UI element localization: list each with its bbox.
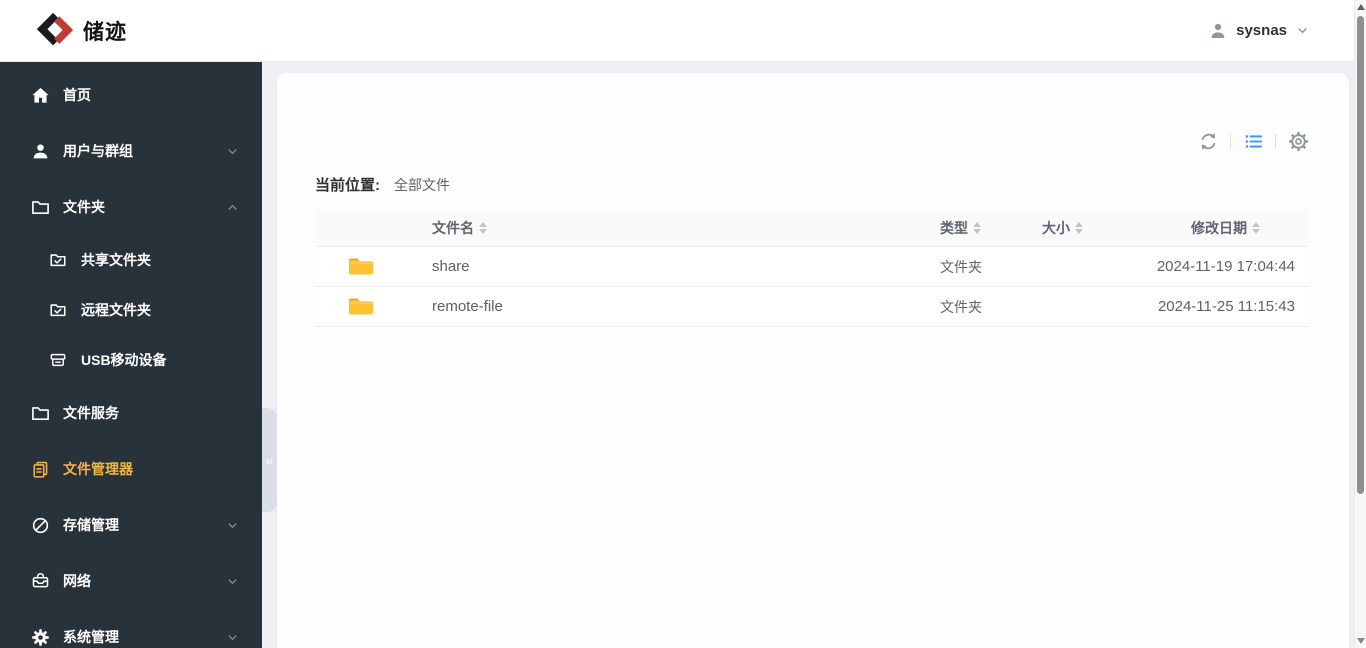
chevron-down-icon <box>225 144 240 159</box>
top-header: 储迹 sysnas <box>0 0 1366 62</box>
username-label: sysnas <box>1236 22 1287 39</box>
sidebar-item-label: USB移动设备 <box>81 352 167 368</box>
usb-drive-icon <box>48 350 68 370</box>
toolbar-divider <box>1230 133 1231 149</box>
main-area: « 当前位置: 全部文件 文件名 类型 大小 修改日期 share 文件夹 20… <box>262 62 1366 648</box>
sidebar-item-label: 网络 <box>63 573 91 589</box>
gear-icon <box>30 627 50 647</box>
refresh-button[interactable] <box>1197 130 1219 152</box>
file-modified-date: 2024-11-19 17:04:44 <box>1156 258 1295 275</box>
file-name: remote-file <box>432 298 503 315</box>
sidebar-item-file-services[interactable]: 文件服务 <box>0 385 262 441</box>
storage-disk-icon <box>30 515 50 535</box>
network-router-icon <box>30 571 50 591</box>
chevron-down-icon <box>225 630 240 645</box>
sidebar-item-label: 文件管理器 <box>63 461 133 477</box>
sidebar-item-label: 系统管理 <box>63 629 119 645</box>
sidebar-item-label: 文件服务 <box>63 405 119 421</box>
toolbar-divider <box>1275 133 1276 149</box>
column-header-filename: 文件名 <box>395 218 940 238</box>
file-table: 文件名 类型 大小 修改日期 share 文件夹 2024-11-19 17:0… <box>315 210 1309 327</box>
sidebar-item-system[interactable]: 系统管理 <box>0 609 262 648</box>
folder-icon <box>315 296 395 317</box>
sidebar-item-folders[interactable]: 文件夹 <box>0 179 262 235</box>
user-icon <box>1208 21 1228 41</box>
sidebar-item-label: 存储管理 <box>63 517 119 533</box>
table-row-share[interactable]: share 文件夹 2024-11-19 17:04:44 <box>315 247 1309 287</box>
folder-icon <box>30 197 50 217</box>
sidebar-item-users-groups[interactable]: 用户与群组 <box>0 123 262 179</box>
column-header-type: 类型 <box>940 218 1042 238</box>
sort-caret[interactable] <box>1075 222 1083 234</box>
users-icon <box>30 141 50 161</box>
brand-title: 储迹 <box>83 20 127 44</box>
scrollbar-thumb[interactable] <box>1357 16 1364 494</box>
sidebar-item-network[interactable]: 网络 <box>0 553 262 609</box>
file-type: 文件夹 <box>940 258 982 275</box>
sidebar-item-label: 文件夹 <box>63 199 105 215</box>
sidebar-item-shared-folders[interactable]: 共享文件夹 <box>0 235 262 285</box>
column-header-modified: 修改日期 <box>1142 218 1309 238</box>
file-table-header: 文件名 类型 大小 修改日期 <box>315 210 1309 247</box>
sort-caret[interactable] <box>479 222 487 234</box>
folder-check-icon <box>48 300 68 320</box>
logo-icon <box>34 10 76 52</box>
sort-caret[interactable] <box>1252 222 1260 234</box>
sidebar-item-label: 首页 <box>63 87 91 103</box>
location-all-files-link[interactable]: 全部文件 <box>394 175 450 195</box>
sidebar-item-usb-devices[interactable]: USB移动设备 <box>0 335 262 385</box>
scrollbar-up-arrow-icon[interactable] <box>1357 4 1365 10</box>
list-view-button[interactable] <box>1242 130 1264 152</box>
location-label: 当前位置: <box>315 177 380 194</box>
sidebar-collapse-handle[interactable]: « <box>262 408 277 512</box>
settings-gear-button[interactable] <box>1287 130 1309 152</box>
chevron-up-icon <box>225 200 240 215</box>
page-scrollbar[interactable] <box>1354 0 1366 648</box>
scrollbar-down-arrow-icon[interactable] <box>1357 638 1365 644</box>
sidebar-item-label: 远程文件夹 <box>81 302 151 318</box>
file-modified-date: 2024-11-25 11:15:43 <box>1157 298 1295 315</box>
breadcrumb: 当前位置: 全部文件 <box>315 174 1309 195</box>
sort-caret[interactable] <box>973 222 981 234</box>
sidebar-item-storage[interactable]: 存储管理 <box>0 497 262 553</box>
user-menu[interactable]: sysnas <box>1208 21 1310 41</box>
chevron-down-icon <box>1295 23 1310 38</box>
file-type: 文件夹 <box>940 298 982 315</box>
sidebar-item-remote-folders[interactable]: 远程文件夹 <box>0 285 262 335</box>
folder-icon <box>30 403 50 423</box>
sidebar-item-label: 用户与群组 <box>63 143 133 159</box>
sidebar-item-label: 共享文件夹 <box>81 252 151 268</box>
sidebar-item-home[interactable]: 首页 <box>0 67 262 123</box>
chevron-down-icon <box>225 574 240 589</box>
sidebar-item-file-manager[interactable]: 文件管理器 <box>0 441 262 497</box>
brand-logo[interactable]: 储迹 <box>34 10 127 52</box>
folder-check-icon <box>48 250 68 270</box>
file-name: share <box>432 258 470 275</box>
column-header-size: 大小 <box>1042 218 1142 238</box>
table-row-remote-file[interactable]: remote-file 文件夹 2024-11-25 11:15:43 <box>315 287 1309 327</box>
collapse-chevrons-icon: « <box>265 452 274 468</box>
folder-icon <box>315 256 395 277</box>
chevron-down-icon <box>225 518 240 533</box>
file-toolbar <box>315 73 1309 152</box>
file-manager-icon <box>30 459 50 479</box>
sidebar-nav: 首页 用户与群组 文件夹 共享文件夹 远程文件夹 USB移动设备 文件服务 文件… <box>0 62 262 648</box>
home-icon <box>30 85 50 105</box>
content-card: 当前位置: 全部文件 文件名 类型 大小 修改日期 share 文件夹 2024… <box>277 73 1349 648</box>
